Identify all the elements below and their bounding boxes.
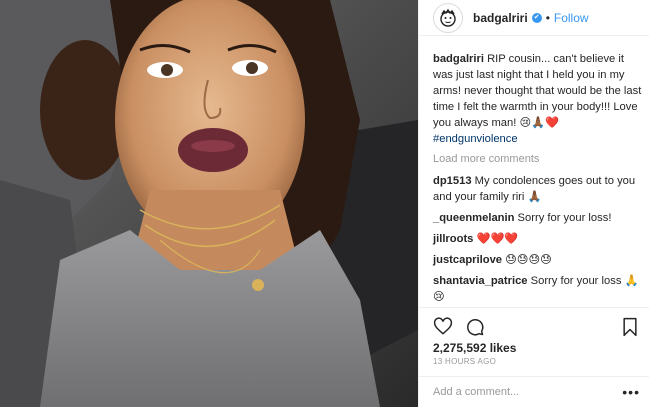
comment-item: dp1513 My condolences goes out to you an…: [433, 173, 642, 205]
avatar-logo-icon: [440, 8, 456, 27]
caption: badgalriri RIP cousin... can't believe i…: [433, 51, 642, 147]
caption-username[interactable]: badgalriri: [433, 53, 484, 65]
comment-username[interactable]: _queenmelanin: [433, 212, 514, 224]
comment-rows: dp1513 My condolences goes out to you an…: [433, 173, 642, 307]
comment-item: justcaprilove 😓😓😓😓: [433, 252, 642, 268]
add-comment-input[interactable]: [433, 386, 623, 398]
add-comment-bar: •••: [419, 376, 649, 407]
comments-list[interactable]: badgalriri RIP cousin... can't believe i…: [419, 37, 649, 307]
comment-item: shantavia_patrice Sorry for your loss 🙏😢: [433, 273, 642, 305]
comment-item: _queenmelanin Sorry for your loss!: [433, 210, 642, 226]
comment-username[interactable]: dp1513: [433, 175, 472, 187]
post-header: badgalriri ✔ • Follow: [419, 0, 649, 36]
comment-text: Sorry for your loss!: [514, 212, 612, 224]
caption-hashtag[interactable]: #endgunviolence: [433, 133, 518, 145]
post-photo-image: [0, 0, 418, 407]
caption-emoji: 😢🙏🏾❤️: [519, 117, 559, 129]
post-username[interactable]: badgalriri: [473, 11, 528, 25]
action-bar: [419, 307, 649, 339]
load-more-comments-link[interactable]: Load more comments: [433, 151, 642, 167]
comment-item: jillroots ❤️❤️❤️: [433, 231, 642, 247]
comment-username[interactable]: jillroots: [433, 233, 473, 245]
comment-username[interactable]: justcaprilove: [433, 254, 502, 266]
avatar[interactable]: [433, 2, 463, 33]
separator-dot: •: [545, 10, 550, 25]
likes-count[interactable]: 2,275,592 likes: [433, 341, 516, 355]
verified-badge-icon: ✔: [531, 12, 542, 23]
comment-username[interactable]: shantavia_patrice: [433, 275, 528, 287]
more-options-icon[interactable]: •••: [622, 384, 640, 400]
post-side-panel: badgalriri ✔ • Follow badgalriri RIP cou…: [418, 0, 649, 407]
comment-text: 😓😓😓😓: [502, 254, 552, 266]
heart-icon[interactable]: [433, 316, 453, 337]
comment-text: ❤️❤️❤️: [473, 233, 519, 245]
post-photo[interactable]: [0, 0, 418, 407]
comment-icon[interactable]: [465, 317, 485, 337]
post-timestamp[interactable]: 13 HOURS AGO: [433, 357, 496, 366]
bookmark-icon[interactable]: [620, 317, 640, 337]
follow-button[interactable]: Follow: [554, 11, 589, 25]
